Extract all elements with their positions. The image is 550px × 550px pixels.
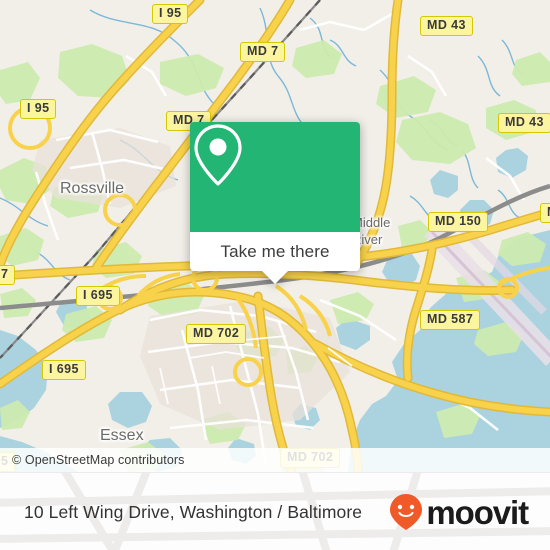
popup-pointer-tail [262, 271, 288, 284]
location-popup-card[interactable]: Take me there [190, 122, 360, 284]
shield-md587: MD 587 [420, 310, 481, 330]
osm-attribution[interactable]: © OpenStreetMap contributors [0, 448, 550, 472]
osm-attribution-text: © OpenStreetMap contributors [12, 453, 185, 467]
shield-left-edge-partial: 7 [0, 265, 16, 285]
moovit-wordmark: moovit [426, 493, 529, 531]
shield-i695-lower: I 695 [42, 360, 86, 380]
map-pin-icon [194, 124, 242, 186]
place-label-rossville: Rossville [60, 180, 125, 197]
shield-md43-top: MD 43 [420, 16, 473, 36]
shield-i95-top: I 95 [152, 4, 189, 24]
shield-right-edge-partial: MD [540, 203, 550, 223]
map-canvas[interactable]: I 95MD 7MD 43MD 43I 95MD 7MD 150MD7I 695… [0, 0, 550, 472]
take-me-there-label: Take me there [220, 241, 330, 261]
moovit-logo[interactable]: moovit [389, 493, 529, 531]
place-label-essex: Essex [100, 427, 144, 444]
shield-i95-left: I 95 [20, 99, 57, 119]
moovit-smiley-pin-icon [390, 494, 423, 530]
shield-md702-upper: MD 702 [186, 324, 247, 344]
shield-md7-top: MD 7 [240, 42, 286, 62]
popup-image-area [190, 122, 360, 232]
shield-md150: MD 150 [428, 212, 489, 232]
shield-i695-upper: I 695 [76, 286, 120, 306]
shield-md43-right: MD 43 [498, 113, 550, 133]
popup-action-bar[interactable]: Take me there [190, 232, 360, 284]
moovit-map-screenshot: I 95MD 7MD 43MD 43I 95MD 7MD 150MD7I 695… [0, 0, 550, 550]
address-label: 10 Left Wing Drive, Washington / Baltimo… [24, 501, 363, 522]
footer-bar: 10 Left Wing Drive, Washington / Baltimo… [0, 472, 550, 550]
